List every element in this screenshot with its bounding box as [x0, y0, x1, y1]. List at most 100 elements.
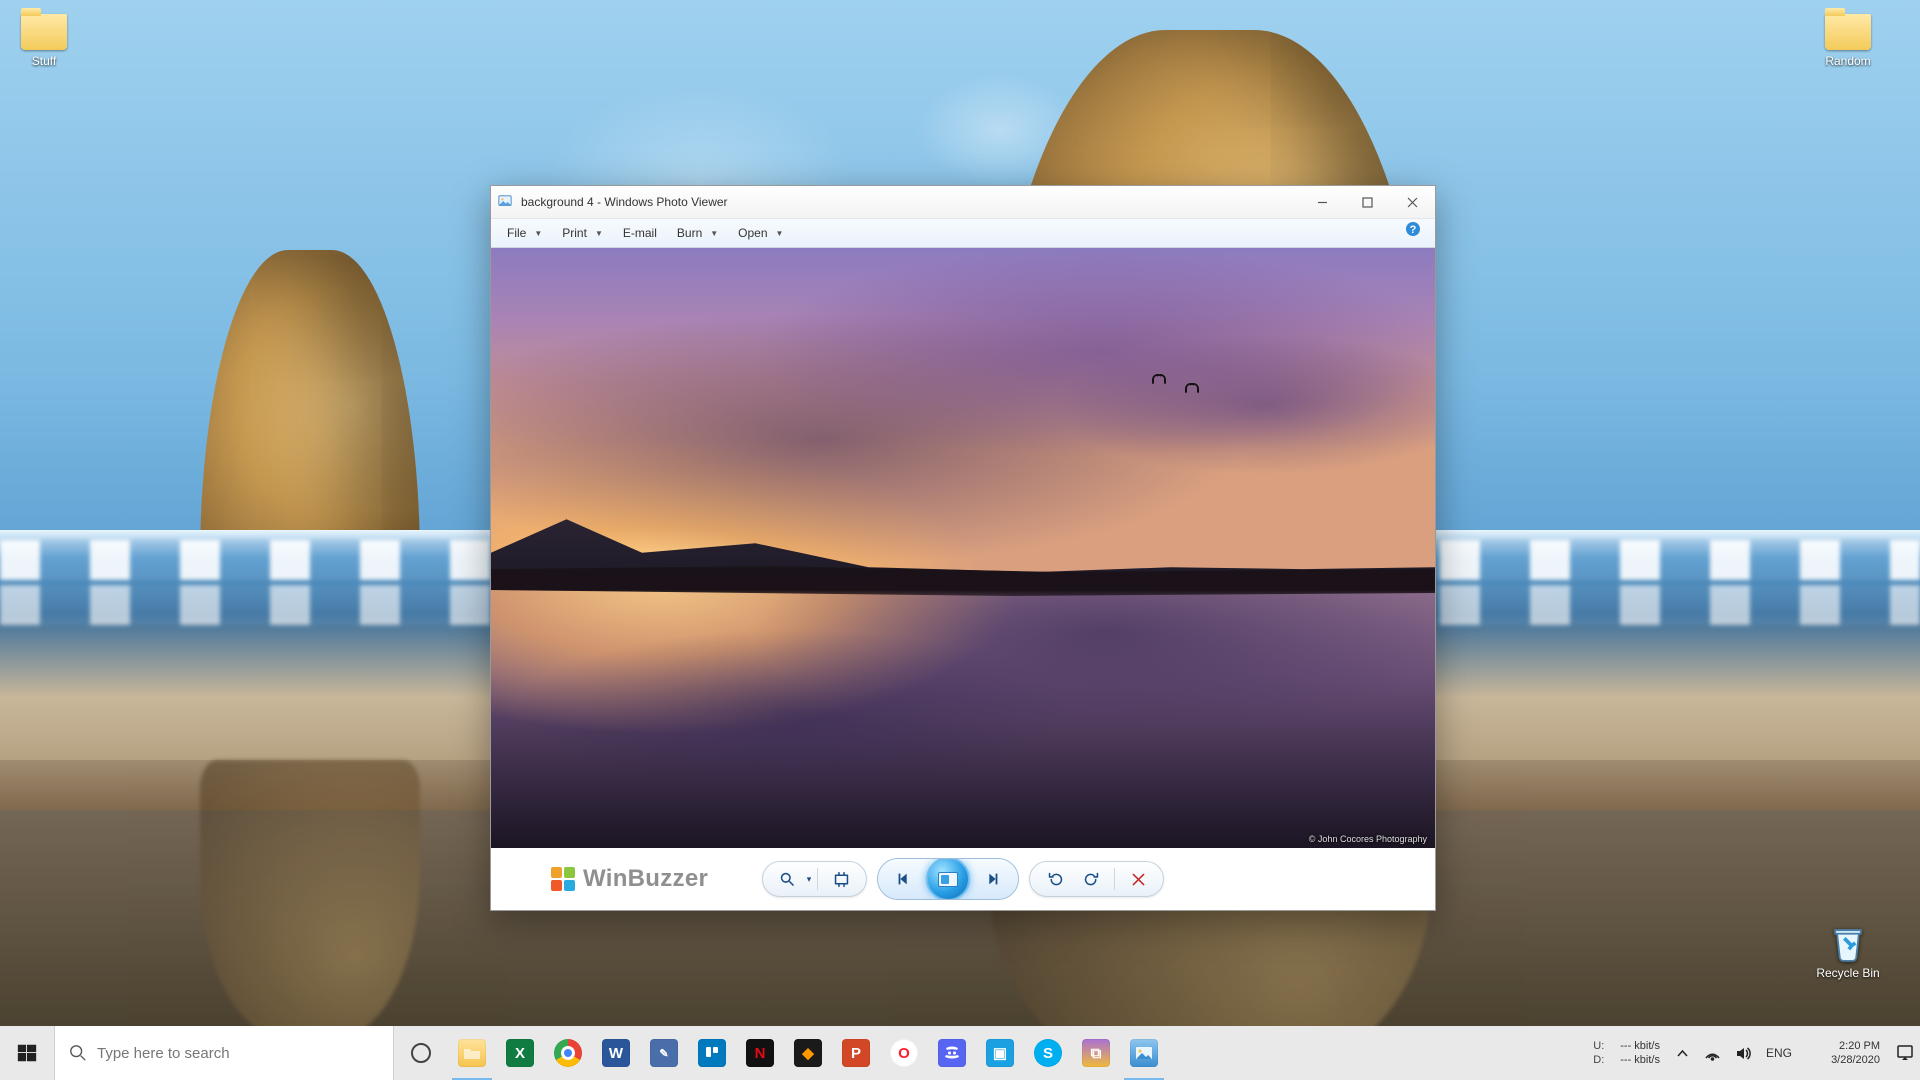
- trello-icon: [698, 1039, 726, 1067]
- chevron-down-icon: ▼: [776, 229, 784, 238]
- winbuzzer-logo-icon: [551, 867, 575, 891]
- app-icon: [491, 194, 519, 211]
- help-button[interactable]: ?: [1405, 221, 1429, 245]
- watermark-text: WinBuzzer: [583, 865, 708, 893]
- taskbar-trello[interactable]: [688, 1026, 736, 1080]
- tray-notifications[interactable]: [1890, 1026, 1920, 1080]
- taskbar-app-dark[interactable]: ◆: [784, 1026, 832, 1080]
- editor-icon: ✎: [650, 1039, 678, 1067]
- menu-burn[interactable]: Burn▼: [667, 219, 728, 247]
- photo-credit: © John Cocores Photography: [1309, 834, 1427, 844]
- desktop-icon-label: Recycle Bin: [1810, 966, 1886, 980]
- menubar: File▼ Print▼ E-mail Burn▼ Open▼ ?: [491, 218, 1435, 248]
- titlebar[interactable]: background 4 - Windows Photo Viewer: [491, 186, 1435, 218]
- search-box[interactable]: [54, 1026, 394, 1080]
- window-title: background 4 - Windows Photo Viewer: [519, 195, 1300, 209]
- rotate-cw-button[interactable]: [1074, 864, 1108, 894]
- word-icon: W: [602, 1039, 630, 1067]
- delete-button[interactable]: [1121, 864, 1155, 894]
- vs-icon: ⧉: [1082, 1039, 1110, 1067]
- taskbar-app-editor[interactable]: ✎: [640, 1026, 688, 1080]
- clock-date: 3/28/2020: [1831, 1053, 1880, 1067]
- taskbar-netflix[interactable]: N: [736, 1026, 784, 1080]
- taskbar-photo-viewer[interactable]: [1120, 1026, 1168, 1080]
- file-explorer-icon: [458, 1039, 486, 1067]
- excel-icon: X: [506, 1039, 534, 1067]
- cortana-icon: [411, 1043, 431, 1063]
- chevron-down-icon: ▼: [534, 229, 542, 238]
- clock-time: 2:20 PM: [1839, 1039, 1880, 1053]
- tray-clock[interactable]: 2:20 PM 3/28/2020: [1800, 1026, 1890, 1080]
- taskbar-opera[interactable]: O: [880, 1026, 928, 1080]
- menu-file[interactable]: File▼: [497, 219, 552, 247]
- fit-to-window-button[interactable]: [824, 864, 858, 894]
- tray-volume[interactable]: [1728, 1026, 1758, 1080]
- net-speed-values: --- kbit/s --- kbit/s: [1612, 1026, 1668, 1080]
- system-tray: U: D: --- kbit/s --- kbit/s ENG 2:20 PM …: [1585, 1026, 1920, 1080]
- taskbar-excel[interactable]: X: [496, 1026, 544, 1080]
- photo-viewer-icon: [1130, 1039, 1158, 1067]
- bird-icon: [1152, 374, 1166, 382]
- windows-logo-icon: [16, 1042, 38, 1064]
- bird-icon: [1185, 383, 1199, 391]
- desktop: Stuff Random Recycle Bin background 4 - …: [0, 0, 1920, 1080]
- slideshow-icon: [938, 872, 958, 887]
- zoom-button[interactable]: [771, 864, 805, 894]
- taskbar: X W ✎ N ◆ P O ▣ S ⧉: [0, 1026, 1920, 1080]
- desktop-icon-label: Stuff: [6, 54, 82, 68]
- chevron-down-icon: ▼: [595, 229, 603, 238]
- discord-icon: [938, 1039, 966, 1067]
- app-dark-icon: ◆: [794, 1039, 822, 1067]
- taskbar-powerpoint[interactable]: P: [832, 1026, 880, 1080]
- next-button[interactable]: [966, 859, 1018, 899]
- start-button[interactable]: [0, 1026, 54, 1080]
- skype-icon: S: [1034, 1039, 1062, 1067]
- search-icon: [69, 1044, 87, 1062]
- taskbar-vs[interactable]: ⧉: [1072, 1026, 1120, 1080]
- menu-print[interactable]: Print▼: [552, 219, 613, 247]
- folder-icon: [1825, 14, 1871, 50]
- recycle-bin[interactable]: Recycle Bin: [1810, 920, 1886, 980]
- app-blue-icon: ▣: [986, 1039, 1014, 1067]
- netflix-icon: N: [746, 1039, 774, 1067]
- rotate-ccw-button[interactable]: [1038, 864, 1072, 894]
- taskbar-file-explorer[interactable]: [448, 1026, 496, 1080]
- chrome-icon: [554, 1039, 582, 1067]
- maximize-button[interactable]: [1345, 186, 1390, 218]
- menu-email[interactable]: E-mail: [613, 219, 667, 247]
- taskbar-app-blue[interactable]: ▣: [976, 1026, 1024, 1080]
- controls-toolbar: WinBuzzer ▾: [491, 848, 1435, 910]
- desktop-folder-random[interactable]: Random: [1810, 14, 1886, 68]
- tray-overflow[interactable]: [1668, 1026, 1698, 1080]
- zoom-dropdown-caret[interactable]: ▾: [807, 874, 812, 885]
- folder-icon: [21, 14, 67, 50]
- close-button[interactable]: [1390, 186, 1435, 218]
- chevron-down-icon: ▼: [710, 229, 718, 238]
- navigation-pill: [877, 858, 1019, 900]
- powerpoint-icon: P: [842, 1039, 870, 1067]
- menu-open[interactable]: Open▼: [728, 219, 793, 247]
- desktop-icon-label: Random: [1810, 54, 1886, 68]
- photo-canvas[interactable]: © John Cocores Photography: [491, 248, 1435, 848]
- slideshow-button[interactable]: [926, 858, 970, 900]
- taskbar-skype[interactable]: S: [1024, 1026, 1072, 1080]
- controls-right-pill: [1029, 861, 1164, 897]
- watermark-logo: WinBuzzer: [551, 865, 708, 893]
- photo-viewer-window: background 4 - Windows Photo Viewer File…: [490, 185, 1436, 911]
- net-speed-meter[interactable]: U: D:: [1585, 1026, 1612, 1080]
- taskbar-discord[interactable]: [928, 1026, 976, 1080]
- search-input[interactable]: [97, 1026, 379, 1080]
- svg-text:?: ?: [1410, 224, 1417, 236]
- desktop-folder-stuff[interactable]: Stuff: [6, 14, 82, 68]
- pinned-apps: X W ✎ N ◆ P O ▣ S ⧉: [448, 1026, 1168, 1080]
- previous-button[interactable]: [878, 859, 930, 899]
- opera-icon: O: [890, 1039, 918, 1067]
- taskbar-chrome[interactable]: [544, 1026, 592, 1080]
- cortana-button[interactable]: [394, 1026, 448, 1080]
- minimize-button[interactable]: [1300, 186, 1345, 218]
- controls-left-pill: ▾: [762, 861, 868, 897]
- recycle-bin-icon: [1826, 920, 1870, 964]
- taskbar-word[interactable]: W: [592, 1026, 640, 1080]
- tray-language[interactable]: ENG: [1758, 1026, 1800, 1080]
- tray-network[interactable]: [1698, 1026, 1728, 1080]
